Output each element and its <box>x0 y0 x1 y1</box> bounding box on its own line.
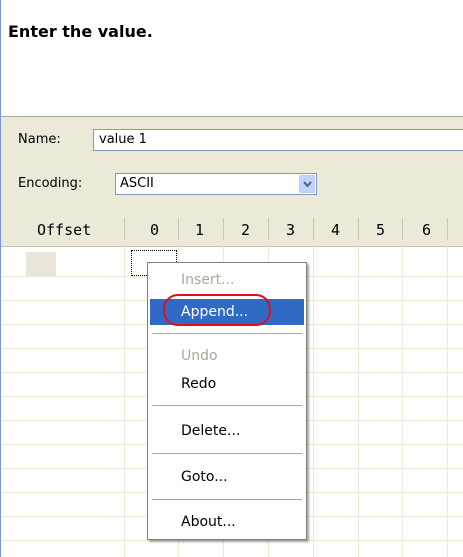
header-divider <box>223 218 224 240</box>
menu-separator <box>152 333 302 335</box>
column-header-4: 4 <box>331 221 341 239</box>
menu-separator <box>152 453 302 455</box>
annotation-highlight-ring <box>163 294 271 326</box>
column-header-2: 2 <box>241 221 251 239</box>
grid-line <box>124 246 125 557</box>
chevron-down-icon <box>303 181 312 188</box>
offset-column-header: Offset <box>37 221 92 239</box>
encoding-label: Encoding: <box>18 176 83 191</box>
grid-line <box>402 246 403 557</box>
encoding-value: ASCII <box>120 176 154 191</box>
header-divider <box>178 218 179 240</box>
menu-item-delete[interactable]: Delete... <box>150 418 304 444</box>
header-divider <box>447 218 448 240</box>
name-field[interactable]: value 1 <box>93 129 463 151</box>
column-header-1: 1 <box>195 221 205 239</box>
menu-separator <box>152 405 302 407</box>
header-divider <box>313 218 314 240</box>
column-header-0: 0 <box>150 221 160 239</box>
grid-line <box>358 246 359 557</box>
encoding-select[interactable]: ASCII <box>115 173 317 195</box>
menu-item-about[interactable]: About... <box>150 509 304 535</box>
menu-item-insert: Insert... <box>181 272 235 288</box>
grid-line <box>447 246 448 557</box>
column-header-6: 6 <box>422 221 432 239</box>
menu-item-undo: Undo <box>181 348 218 364</box>
dropdown-button[interactable] <box>299 175 315 193</box>
header-divider <box>358 218 359 240</box>
column-header-5: 5 <box>376 221 386 239</box>
column-header-3: 3 <box>286 221 296 239</box>
header-divider <box>124 218 125 240</box>
grid-line <box>313 246 314 557</box>
header-title: Enter the value. <box>8 22 153 41</box>
grid-header: Offset 0 1 2 3 4 5 6 <box>1 212 463 247</box>
row-selector[interactable] <box>26 252 56 276</box>
value-form: Name: value 1 Encoding: ASCII <box>0 116 463 212</box>
menu-item-redo[interactable]: Redo <box>150 371 304 397</box>
header-divider <box>268 218 269 240</box>
menu-item-goto[interactable]: Goto... <box>150 464 304 490</box>
header-divider <box>402 218 403 240</box>
grid-line <box>1 540 463 541</box>
dialog-header: Enter the value. <box>0 0 463 116</box>
menu-separator <box>152 499 302 501</box>
name-label: Name: <box>18 132 61 147</box>
